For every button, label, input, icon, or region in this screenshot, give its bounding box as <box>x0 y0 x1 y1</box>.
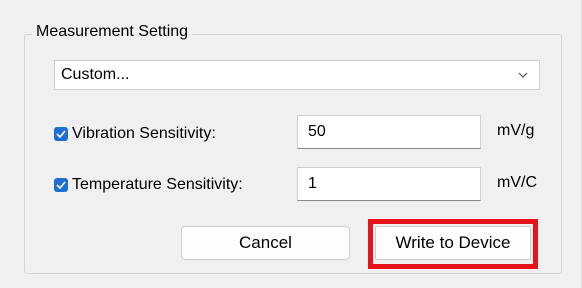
preset-dropdown[interactable]: Custom... <box>54 60 540 90</box>
vibration-checkbox[interactable] <box>54 127 68 141</box>
cancel-button[interactable]: Cancel <box>181 226 350 260</box>
group-title: Measurement Setting <box>32 21 193 43</box>
temperature-sensitivity-label: Temperature Sensitivity: <box>72 176 243 193</box>
vibration-row: Vibration Sensitivity: <box>54 125 216 143</box>
temperature-checkbox[interactable] <box>54 178 68 192</box>
vibration-sensitivity-label: Vibration Sensitivity: <box>72 125 216 142</box>
write-button-highlight <box>368 219 538 269</box>
vibration-sensitivity-input[interactable] <box>297 115 481 149</box>
temperature-unit: mV/C <box>497 174 537 191</box>
preset-value: Custom... <box>61 66 130 83</box>
measurement-dialog: Measurement Setting Custom... Vibration … <box>0 0 582 288</box>
temperature-sensitivity-input[interactable] <box>297 167 481 201</box>
checkmark-icon <box>56 130 66 138</box>
checkmark-icon <box>56 181 66 189</box>
temperature-row: Temperature Sensitivity: <box>54 176 243 194</box>
chevron-down-icon <box>513 65 533 85</box>
vibration-unit: mV/g <box>497 122 535 139</box>
